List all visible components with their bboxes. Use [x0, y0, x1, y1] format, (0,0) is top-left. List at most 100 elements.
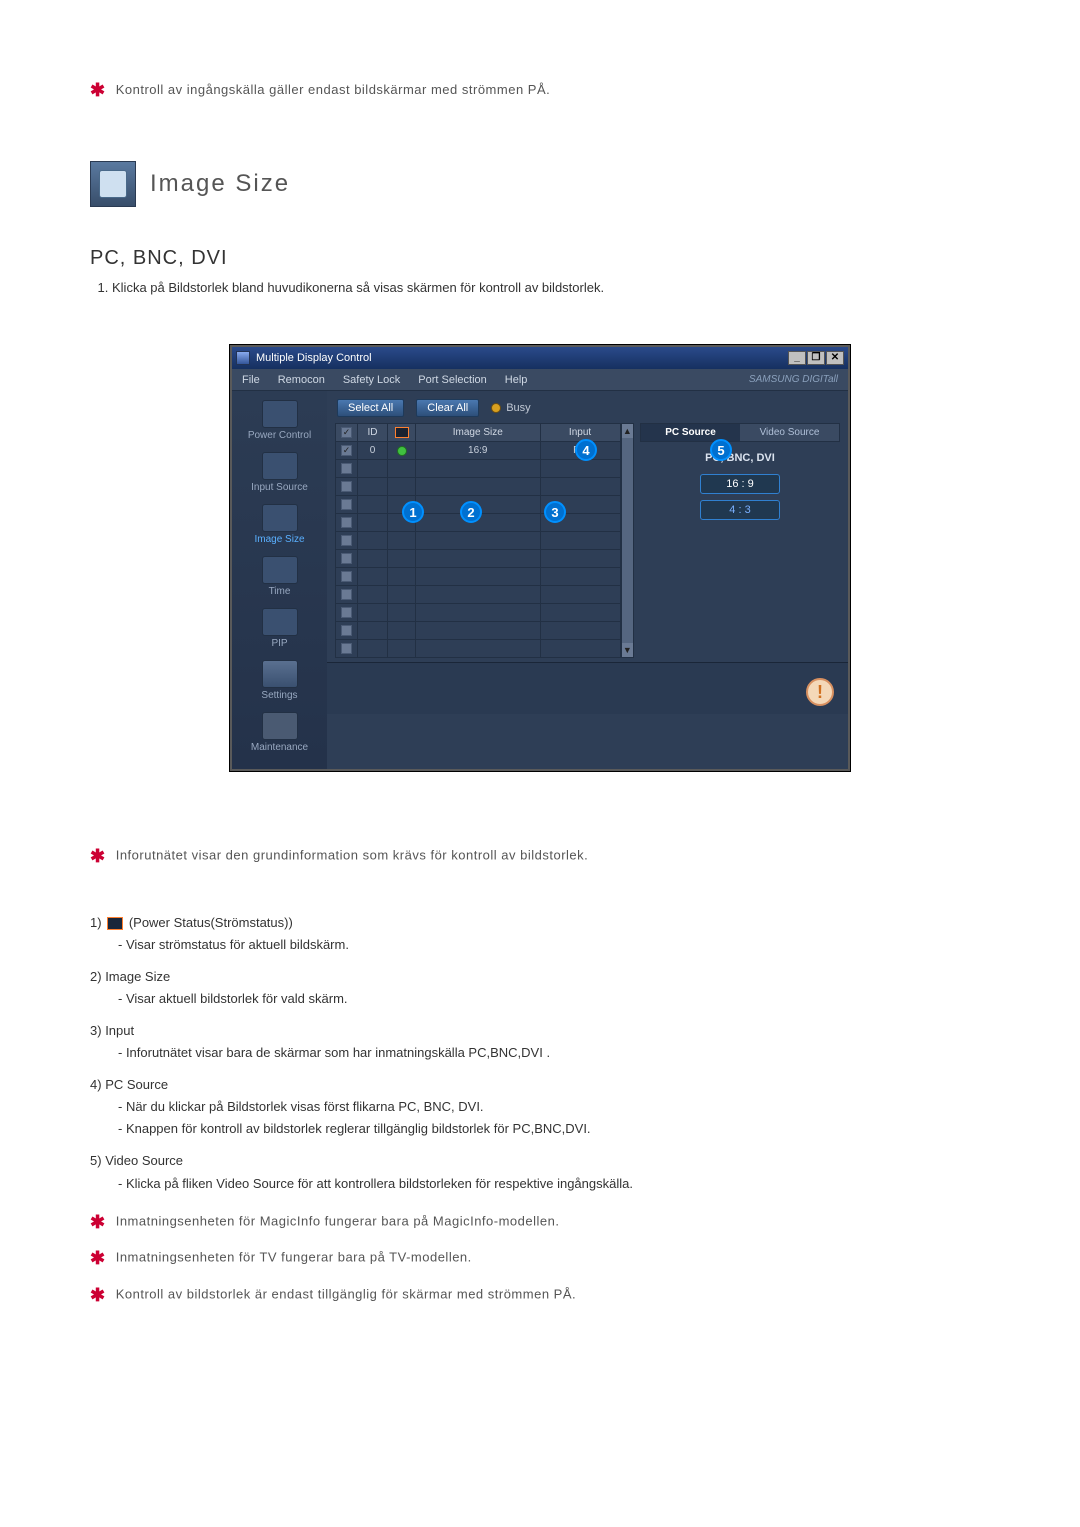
busy-indicator: Busy — [491, 402, 530, 414]
app-icon — [236, 351, 250, 365]
asterisk-icon: ✱ — [90, 1285, 106, 1305]
desc-4-title: PC Source — [105, 1077, 168, 1092]
cell-id: 0 — [358, 442, 388, 460]
window-buttons: _ ❐ ✕ — [788, 351, 844, 365]
clear-all-button[interactable]: Clear All — [416, 399, 479, 417]
row-checkbox-icon[interactable] — [341, 463, 352, 474]
screenshot-wrapper: Multiple Display Control _ ❐ ✕ File Remo… — [90, 345, 990, 771]
tab-video-source[interactable]: Video Source — [740, 424, 839, 441]
desc-2-sub: - Visar aktuell bildstorlek för vald skä… — [118, 988, 990, 1010]
settings-icon — [262, 660, 298, 688]
row-checkbox-icon[interactable] — [341, 589, 352, 600]
col-id[interactable]: ID — [358, 424, 388, 442]
note-power-on: ✱ Kontroll av bildstorlek är endast till… — [90, 1280, 990, 1311]
note-top-text: Kontroll av ingångskälla gäller endast b… — [116, 82, 551, 97]
display-table: ID Image Size Input 0 16:9 PC — [335, 423, 621, 658]
tab-pc-source[interactable]: PC Source — [641, 424, 740, 441]
table-row — [336, 550, 621, 568]
power-status-inline-icon — [107, 917, 123, 930]
app-window: Multiple Display Control _ ❐ ✕ File Remo… — [230, 345, 850, 771]
maintenance-icon — [262, 712, 298, 740]
sidebar-label-pip: PIP — [271, 638, 287, 649]
table-row — [336, 640, 621, 658]
desc-2-title: Image Size — [105, 969, 170, 984]
desc-5-sub: - Klicka på fliken Video Source för att … — [118, 1173, 990, 1195]
sidebar-item-maintenance[interactable]: Maintenance — [240, 709, 320, 759]
ratio-16-9-button[interactable]: 16 : 9 — [700, 474, 780, 494]
desc-5-number: 5) — [90, 1153, 102, 1168]
note-info-grid: ✱ Inforutnätet visar den grundinformatio… — [90, 841, 990, 872]
sidebar-item-power[interactable]: Power Control — [240, 397, 320, 447]
row-checkbox-icon[interactable] — [341, 607, 352, 618]
callout-4: 4 — [575, 439, 597, 461]
titlebar: Multiple Display Control _ ❐ ✕ — [232, 347, 848, 369]
note-top: ✱ Kontroll av ingångskälla gäller endast… — [90, 80, 990, 101]
col-checkbox[interactable] — [336, 424, 358, 442]
desc-3-number: 3) — [90, 1023, 102, 1038]
scroll-up-icon[interactable]: ▲ — [622, 424, 633, 438]
sidebar-item-pip[interactable]: PIP — [240, 605, 320, 655]
select-all-button[interactable]: Select All — [337, 399, 404, 417]
sidebar-label-time: Time — [269, 586, 291, 597]
image-size-section-icon — [90, 161, 136, 207]
menubar: File Remocon Safety Lock Port Selection … — [232, 369, 848, 391]
description-area: ✱ Inforutnätet visar den grundinformatio… — [90, 841, 990, 1310]
close-button[interactable]: ✕ — [826, 351, 844, 365]
table-row — [336, 532, 621, 550]
asterisk-icon: ✱ — [90, 1212, 106, 1232]
desc-1-title: (Power Status(Strömstatus)) — [129, 915, 293, 930]
asterisk-icon: ✱ — [90, 1248, 106, 1268]
sidebar-item-input[interactable]: Input Source — [240, 449, 320, 499]
table-scrollbar[interactable]: ▲ ▼ — [621, 423, 634, 658]
footer-strip: ! — [327, 662, 848, 714]
scroll-down-icon[interactable]: ▼ — [622, 643, 633, 657]
note-magicinfo-text: Inmatningsenheten för MagicInfo fungerar… — [116, 1213, 560, 1228]
row-checkbox-icon[interactable] — [341, 535, 352, 546]
desc-5-title: Video Source — [105, 1153, 183, 1168]
row-checkbox-icon[interactable] — [341, 571, 352, 582]
col-input[interactable]: Input — [540, 424, 620, 442]
menu-safety-lock[interactable]: Safety Lock — [343, 374, 400, 386]
table-row — [336, 622, 621, 640]
sidebar-item-settings[interactable]: Settings — [240, 657, 320, 707]
row-checkbox-icon[interactable] — [341, 481, 352, 492]
sidebar-label-input: Input Source — [251, 482, 308, 493]
row-checkbox-icon[interactable] — [341, 445, 352, 456]
menu-file[interactable]: File — [242, 374, 260, 386]
power-status-on-icon — [397, 446, 407, 456]
minimize-button[interactable]: _ — [788, 351, 806, 365]
col-power[interactable] — [388, 424, 416, 442]
desc-item-4: 4) PC Source - När du klickar på Bildsto… — [90, 1074, 990, 1140]
desc-item-2: 2) Image Size - Visar aktuell bildstorle… — [90, 966, 990, 1010]
col-image-size[interactable]: Image Size — [416, 424, 541, 442]
power-control-icon — [262, 400, 298, 428]
note-info-grid-text: Inforutnätet visar den grundinformation … — [116, 848, 589, 863]
window-title: Multiple Display Control — [256, 352, 372, 364]
image-size-icon — [262, 504, 298, 532]
instruction-list: Klicka på Bildstorlek bland huvudikonern… — [112, 280, 990, 295]
desc-item-5: 5) Video Source - Klicka på fliken Video… — [90, 1150, 990, 1194]
desc-1-number: 1) — [90, 915, 102, 930]
row-checkbox-icon[interactable] — [341, 643, 352, 654]
desc-4-sub1: - När du klickar på Bildstorlek visas fö… — [118, 1096, 990, 1118]
input-source-icon — [262, 452, 298, 480]
row-checkbox-icon[interactable] — [341, 625, 352, 636]
menu-remocon[interactable]: Remocon — [278, 374, 325, 386]
ratio-4-3-button[interactable]: 4 : 3 — [700, 500, 780, 520]
row-checkbox-icon[interactable] — [341, 517, 352, 528]
table-row — [336, 460, 621, 478]
menu-help[interactable]: Help — [505, 374, 528, 386]
restore-button[interactable]: ❐ — [807, 351, 825, 365]
sidebar-item-image-size[interactable]: Image Size — [240, 501, 320, 551]
table-header-row: ID Image Size Input — [336, 424, 621, 442]
table-row — [336, 478, 621, 496]
row-checkbox-icon[interactable] — [341, 499, 352, 510]
sidebar-label-maintenance: Maintenance — [251, 742, 308, 753]
row-checkbox-icon[interactable] — [341, 553, 352, 564]
menu-port-selection[interactable]: Port Selection — [418, 374, 486, 386]
note-tv-text: Inmatningsenheten för TV fungerar bara p… — [116, 1250, 472, 1265]
callout-3: 3 — [544, 501, 566, 523]
brand-label: SAMSUNG DIGITall — [749, 374, 838, 385]
sidebar-item-time[interactable]: Time — [240, 553, 320, 603]
busy-icon — [491, 403, 501, 413]
